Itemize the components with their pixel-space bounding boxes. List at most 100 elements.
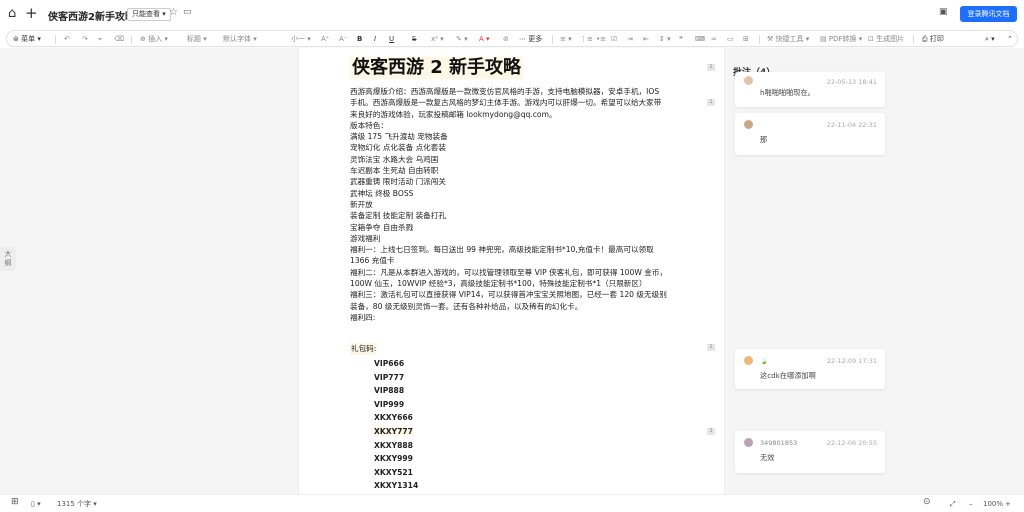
comment-card[interactable]: 22-05-13 18:41 h啪啪啪啪现在。 [735,72,885,107]
undo-icon[interactable]: ↶ [64,34,70,44]
font-label: 默认字体 [223,35,251,43]
paragraph-line: 福利一：上线七日签到。每日送出 99 神兜兜，高级技能定制书*10,充值卡！最高… [350,245,654,255]
decrease-font-icon[interactable]: A⁻ [339,34,347,44]
table-icon[interactable]: ⊞ [743,34,749,44]
outdent-icon[interactable]: ⇤ [643,34,649,44]
zoom-level[interactable]: 100% [983,500,1003,509]
comment-text: 这cdk在哪添加啊 [760,371,816,380]
paragraph-line: 装备，80 级无级别灵饰一套。还有各种补给品，以及稀有的幻化卡。 [350,301,583,311]
divider [55,35,56,44]
paragraph-line: 福利二：凡是从本群进入游戏的，可以找管理领取至尊 VIP 侠客礼包，即可获得 1… [350,267,668,277]
comment-marker[interactable]: 1 [707,64,715,71]
format-painter-icon[interactable]: ⌖ [98,34,102,44]
menu-button[interactable]: ⊜ 菜单 ▾ [13,34,41,44]
page-icon[interactable]: ▯ ▾ [31,500,41,509]
comment-marker[interactable]: 1 [707,428,715,435]
paragraph-line: 福利四: [350,312,376,322]
gift-code-list[interactable]: VIP666 VIP777 VIP888 VIP999 XKXY666 XKXY… [374,357,418,493]
divider [552,35,553,44]
present-icon[interactable]: ▣ [939,8,948,17]
avatar [744,356,753,365]
insert-label: 插入 [148,35,163,43]
fit-page-icon[interactable]: ⤢ [950,500,956,509]
clear-icon[interactable]: ⊘ [503,34,509,44]
gen-image-button[interactable]: ⊡ 生成图片 [868,34,904,44]
gift-code: VIP666 [374,359,405,368]
quick-tools-label: 快捷工具 [775,35,804,43]
clear-format-icon[interactable]: ⌫ [114,34,124,44]
indent-icon[interactable]: ⇥ [627,34,633,44]
document-heading[interactable]: 侠客西游 2 新手攻略 [350,57,524,79]
redo-icon[interactable]: ↷ [82,34,88,44]
underline-icon[interactable]: U [389,34,394,44]
line-spacing-icon[interactable]: ↕ ▾ [659,34,671,44]
new-doc-icon[interactable]: + [25,6,38,21]
grid-icon[interactable]: ⊞ [11,498,19,507]
insert-button[interactable]: ⊕ 插入 ▾ [140,34,168,44]
gift-code: XKXY888 [374,440,413,450]
checklist-icon[interactable]: ☑ [611,34,617,44]
paragraph-line: 新开放 [350,199,373,209]
zoom-in-icon[interactable]: + [1005,500,1011,509]
quote-icon[interactable]: ❝ [679,34,683,44]
gift-code: XKXY1314 [374,481,419,491]
comment-text: h啪啪啪啪现在。 [760,88,815,97]
pdf-button[interactable]: ▤ PDF转换 ▾ [820,34,862,44]
align-icon[interactable]: ≡ ▾ [560,34,572,44]
paragraph-line: 版本特色： [350,120,388,130]
increase-font-icon[interactable]: A⁺ [321,34,329,44]
more-button[interactable]: ⋯ 更多 [519,34,542,44]
menu-label: 菜单 [21,35,36,43]
heading-dropdown[interactable]: 标题 ▾ [187,34,207,44]
paragraph-line: 装备定制 技能定制 装备打孔 [350,211,446,221]
comment-time: 22-12-06 20:55 [826,439,877,447]
paragraph-line: 西游高爆版介绍：西游高爆版是一款微变仿官风格的手游，支持电脑模拟器，安卓手机，I… [350,87,660,96]
bullet-list-icon[interactable]: •≡ [596,34,606,44]
paragraph-line: 1366 充值卡 [350,256,395,266]
comment-marker[interactable]: 1 [707,344,715,351]
divider [131,35,132,44]
code-icon[interactable]: ⌨ [695,34,705,44]
search-icon[interactable]: ⌕ ▾ [985,34,995,44]
strikethrough-icon[interactable]: S [412,34,416,44]
gen-image-label: 生成图片 [876,35,905,43]
paragraph-line: 武器重铸 限时活动 门派闯关 [350,177,446,187]
compass-icon[interactable]: ⊙ [923,498,931,507]
comment-card[interactable]: 22-11-04 22:31 那 [735,113,885,155]
outline-tab[interactable]: 大纲 [0,247,16,271]
highlight-icon[interactable]: ✎ ▾ [456,34,468,44]
print-button[interactable]: ⎙ 打印 [922,34,944,44]
superscript-icon[interactable]: x² ▾ [431,34,444,44]
star-icon[interactable]: ☆ [169,8,178,18]
font-dropdown[interactable]: 默认字体 ▾ [223,34,257,44]
comment-time: 22-11-04 22:31 [826,121,877,129]
heading-label: 标题 [187,35,201,43]
font-size-dropdown[interactable]: 小一 ▾ [291,34,311,44]
gift-code-label[interactable]: 礼包码: [350,343,378,355]
doc-title[interactable]: 侠客西游2新手攻略 [48,8,135,23]
comment-card[interactable]: 🍃 22-12-09 17:31 这cdk在哪添加啊 [735,349,885,389]
toolbar: ⊜ 菜单 ▾ ↶ ↷ ⌖ ⌫ ⊕ 插入 ▾ 标题 ▾ 默认字体 ▾ 小一 ▾ A… [6,30,1018,47]
word-count[interactable]: 1315 个字 ▾ [57,500,97,509]
folder-icon[interactable]: ▭ [183,8,192,17]
comment-icon[interactable]: ▭ [727,34,734,44]
quick-tools-button[interactable]: ⚒ 快捷工具 ▾ [767,34,809,44]
document-body[interactable]: 西游高爆版介绍：西游高爆版是一款微变仿官风格的手游，支持电脑模拟器，安卓手机，I… [350,86,680,323]
comment-card[interactable]: 349801853 22-12-06 20:55 无效 [735,431,885,473]
home-icon[interactable]: ⌂ [8,7,16,20]
comment-user: 349801853 [760,439,798,447]
login-button[interactable]: 登录腾讯文档 [960,6,1017,22]
permission-dropdown[interactable]: 只能查看 ▾ [127,8,171,21]
ordered-list-icon[interactable]: ⋮≡ [580,34,593,44]
gift-code: VIP999 [374,399,405,409]
pdf-label: PDF转换 [828,35,857,43]
zoom-out-icon[interactable]: – [969,500,973,509]
bold-icon[interactable]: B [357,34,362,44]
italic-icon[interactable]: I [374,34,376,44]
comment-marker[interactable]: 1 [707,99,715,106]
link-icon[interactable]: ∞ [711,34,717,44]
font-color-icon[interactable]: A ▾ [479,34,490,44]
collapse-toolbar-icon[interactable]: ⌃ [1007,34,1013,44]
comment-text: 无效 [760,453,775,462]
leaf-icon: 🍃 [760,357,769,365]
